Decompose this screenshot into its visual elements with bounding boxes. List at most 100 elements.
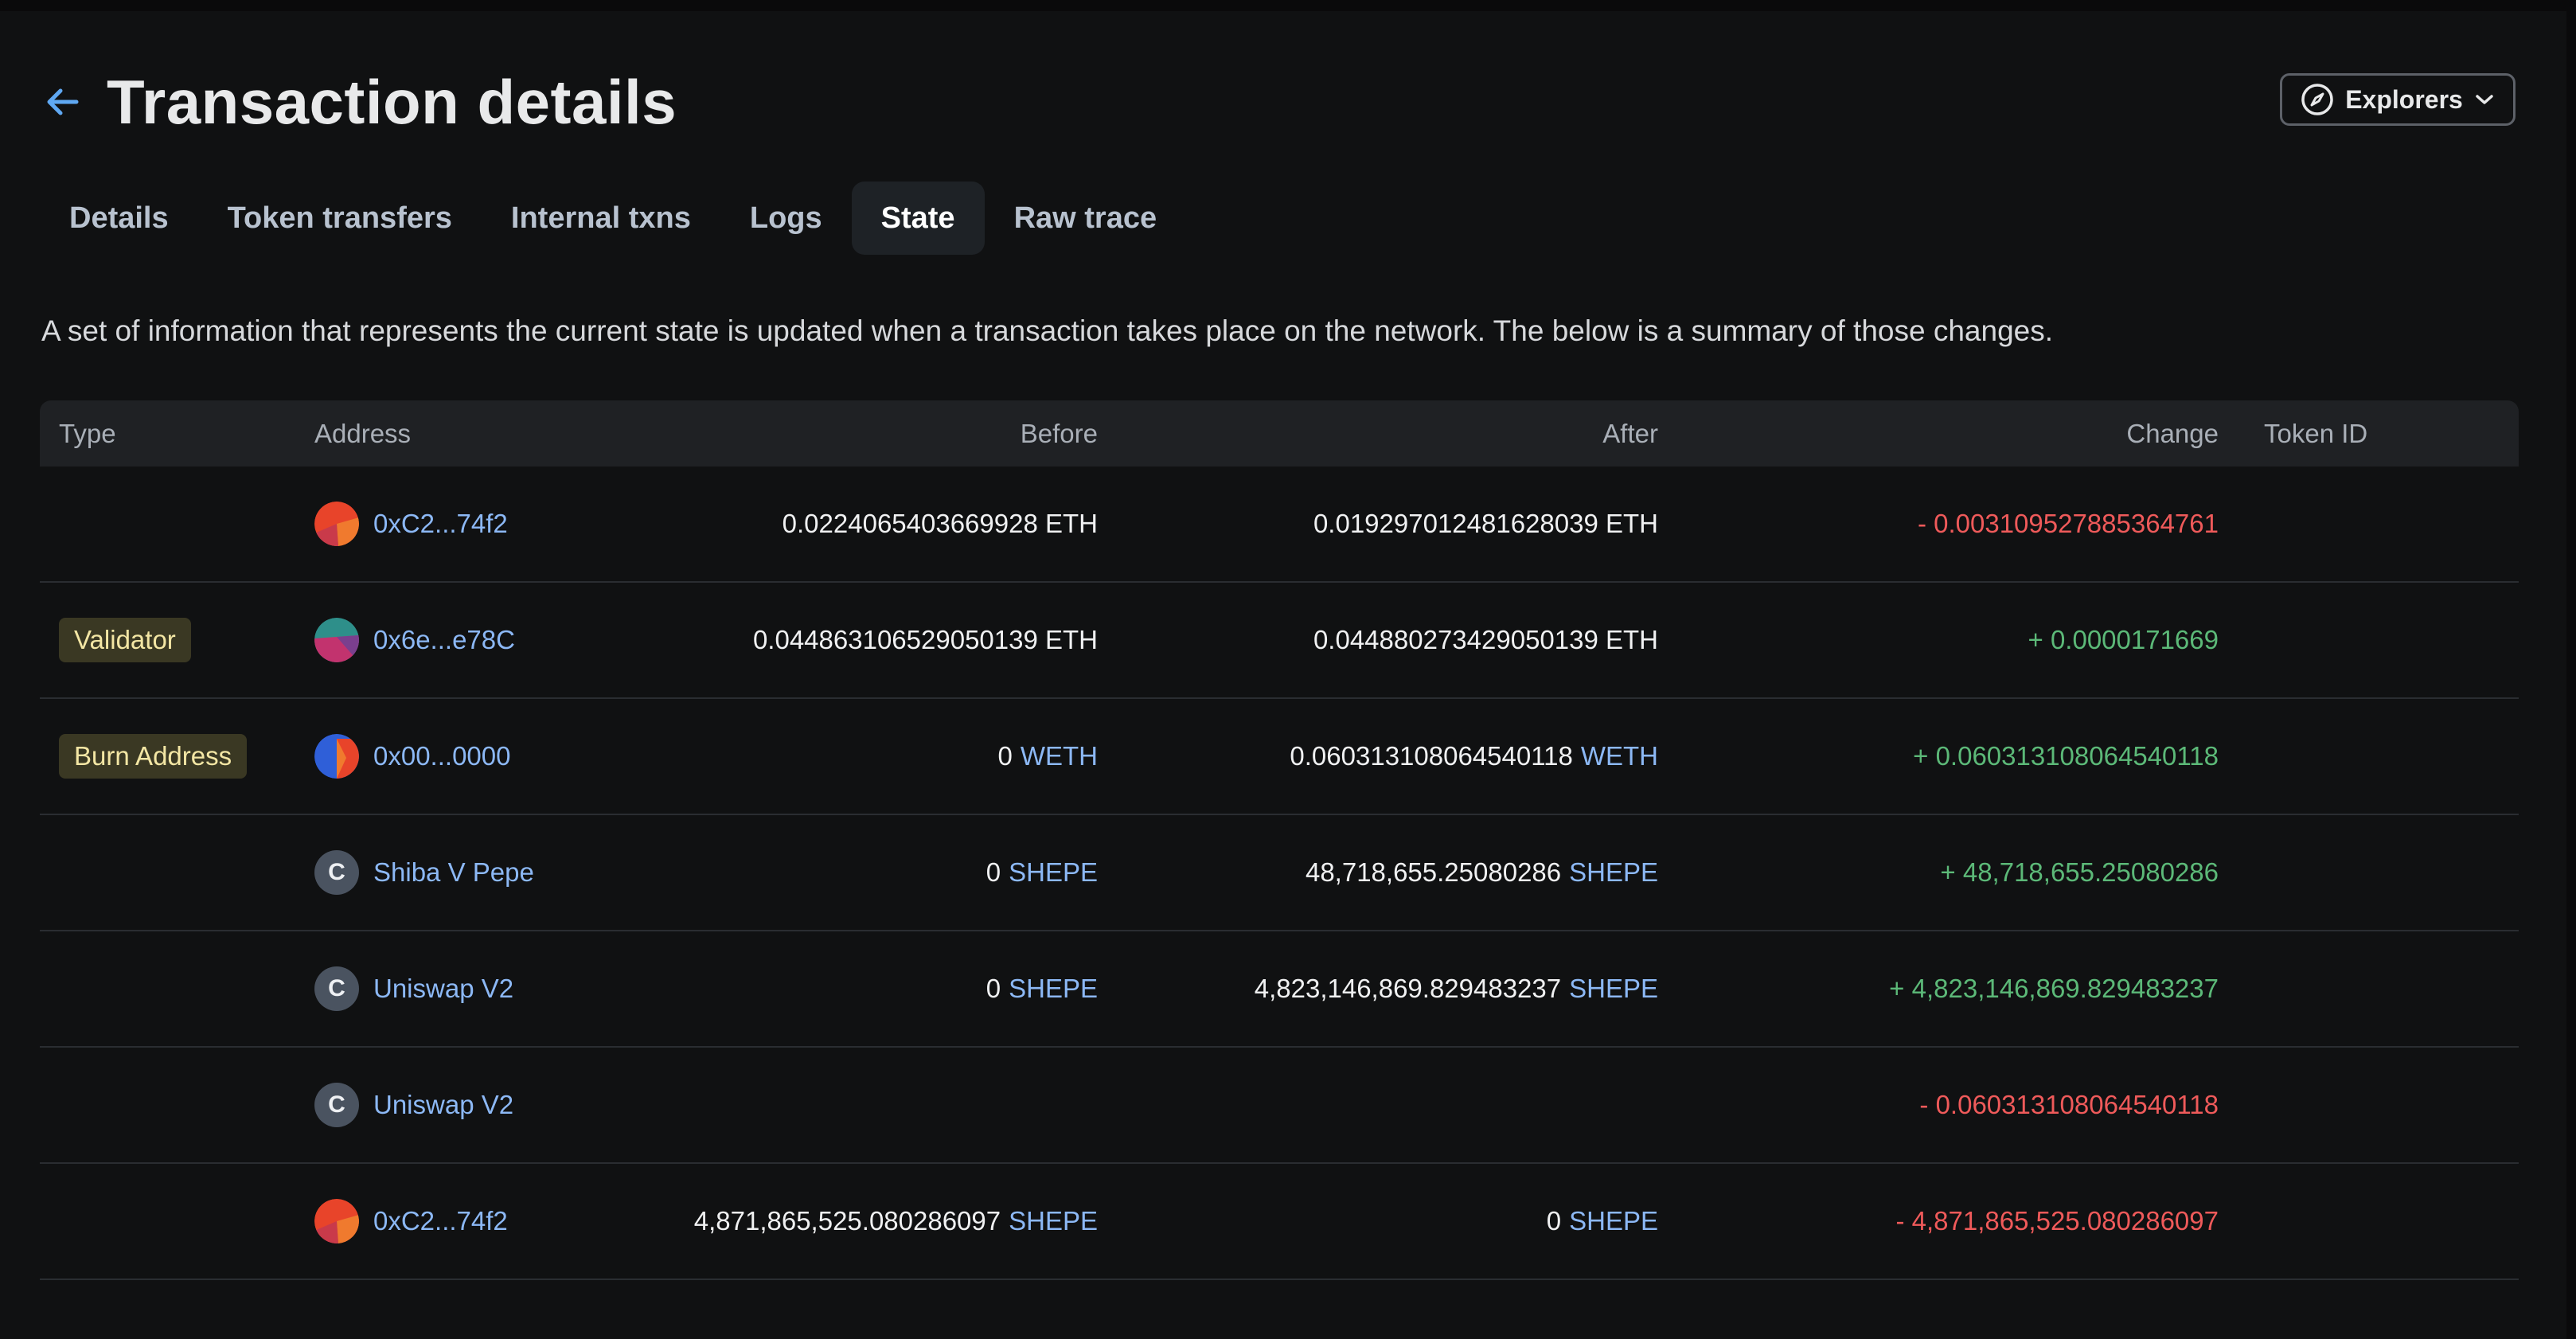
before-value: 0 (986, 974, 1001, 1003)
tab-details[interactable]: Details (40, 182, 198, 255)
before-cell: 0.044863106529050139 ETH (753, 583, 1098, 697)
back-arrow-icon[interactable] (41, 81, 83, 123)
compass-icon (2301, 84, 2333, 115)
teal-pink-identicon-icon (314, 618, 359, 662)
change-value: + 4,823,146,869.829483237 (1889, 974, 2219, 1003)
chevron-down-icon (2476, 95, 2493, 104)
before-value: 0.044863106529050139 ETH (752, 625, 1098, 654)
explorers-label: Explorers (2345, 84, 2463, 114)
contract-icon: C (314, 850, 359, 895)
address-link[interactable]: Shiba V Pepe (373, 857, 534, 888)
after-value: 4,823,146,869.829483237 (1254, 974, 1562, 1003)
before-value: 0 (986, 857, 1001, 887)
address-link[interactable]: Uniswap V2 (373, 974, 513, 1004)
state-description: A set of information that represents the… (41, 314, 2054, 347)
type-cell: Validator (59, 583, 191, 697)
address-cell: 0xC2...74f2 (314, 1164, 508, 1278)
after-value: 0.060313108064540118 (1290, 741, 1573, 771)
type-cell: Burn Address (59, 699, 248, 814)
address-link[interactable]: 0xC2...74f2 (373, 1206, 508, 1236)
address-cell: 0xC2...74f2 (314, 467, 508, 581)
column-change: Change (2126, 419, 2219, 448)
change-value: + 0.060313108064540118 (1913, 741, 2219, 771)
contract-icon: C (314, 966, 359, 1011)
tab-state[interactable]: State (851, 182, 985, 255)
tab-internal-txns[interactable]: Internal txns (482, 182, 720, 255)
after-cell: 4,823,146,869.829483237 SHEPE (1255, 931, 1658, 1046)
change-cell: + 4,823,146,869.829483237 (1889, 931, 2219, 1046)
before-value: 0 (997, 741, 1013, 771)
change-cell: - 4,871,865,525.080286097 (1895, 1164, 2219, 1278)
table-row: C Shiba V Pepe 0 SHEPE 48,718,655.250802… (40, 815, 2519, 931)
right-edge (2566, 0, 2576, 1339)
change-cell: + 48,718,655.25080286 (1940, 815, 2219, 930)
before-cell: 0 WETH (997, 699, 1098, 814)
address-cell: 0x00...0000 (314, 699, 510, 814)
page-title: Transaction details (107, 66, 677, 137)
after-token-link[interactable]: SHEPE (1569, 857, 1658, 888)
column-token-id: Token ID (2264, 419, 2368, 448)
after-cell: 0.019297012481628039 ETH (1313, 467, 1658, 581)
explorers-button[interactable]: Explorers (2280, 73, 2516, 126)
table-row: 0xC2...74f2 4,871,865,525.080286097 SHEP… (40, 1164, 2519, 1280)
before-cell: 0.0224065403669928 ETH (783, 467, 1098, 581)
top-edge (0, 0, 2576, 11)
before-token-link[interactable]: SHEPE (1009, 857, 1098, 888)
address-cell: C Shiba V Pepe (314, 815, 534, 930)
change-value: - 0.003109527885364761 (1917, 509, 2219, 538)
table-row: 0xC2...74f2 0.0224065403669928 ETH 0.019… (40, 467, 2519, 583)
before-token-link[interactable]: WETH (1021, 741, 1098, 771)
red-identicon-icon (314, 502, 359, 546)
change-value: + 48,718,655.25080286 (1940, 857, 2219, 887)
address-link[interactable]: Uniswap V2 (373, 1090, 513, 1120)
page-header: Transaction details (41, 62, 677, 142)
before-token-link[interactable]: SHEPE (1009, 1206, 1098, 1236)
after-cell: 0.060313108064540118 WETH (1290, 699, 1658, 814)
after-value: 0 (1546, 1206, 1562, 1236)
after-value: 0.019297012481628039 ETH (1313, 509, 1658, 538)
contract-icon: C (314, 1083, 359, 1127)
change-cell: - 0.003109527885364761 (1918, 467, 2219, 581)
address-cell: C Uniswap V2 (314, 931, 513, 1046)
after-value: 0.044880273429050139 ETH (1313, 625, 1658, 654)
after-token-link[interactable]: WETH (1581, 741, 1658, 771)
table-row: Burn Address 0x00...0000 0 WETH 0.060313… (40, 699, 2519, 815)
after-token-link[interactable]: SHEPE (1569, 974, 1658, 1004)
before-cell: 0 SHEPE (986, 931, 1098, 1046)
red-identicon-icon (314, 1199, 359, 1243)
table-row: C Uniswap V2 0 SHEPE 4,823,146,869.82948… (40, 931, 2519, 1048)
change-cell: + 0.060313108064540118 (1913, 699, 2219, 814)
tab-token-transfers[interactable]: Token transfers (198, 182, 482, 255)
before-value: 4,871,865,525.080286097 (693, 1206, 1001, 1236)
change-cell: - 0.060313108064540118 (1919, 1048, 2219, 1162)
state-table: Type Address Before After Change Token I… (40, 400, 2519, 1280)
after-value: 48,718,655.25080286 (1305, 857, 1562, 887)
tab-logs[interactable]: Logs (720, 182, 852, 255)
address-link[interactable]: 0x6e...e78C (373, 625, 515, 655)
tab-raw-trace[interactable]: Raw trace (985, 182, 1187, 255)
address-cell: 0x6e...e78C (314, 583, 515, 697)
tab-bar: Details Token transfers Internal txns Lo… (40, 182, 1186, 255)
before-token-link[interactable]: SHEPE (1009, 974, 1098, 1004)
before-cell: 4,871,865,525.080286097 SHEPE (694, 1164, 1098, 1278)
change-cell: + 0.0000171669 (2028, 583, 2219, 697)
before-value: 0.0224065403669928 ETH (782, 509, 1098, 538)
change-value: + 0.0000171669 (2028, 625, 2219, 654)
type-badge: Validator (59, 618, 191, 662)
address-link[interactable]: 0x00...0000 (373, 741, 510, 771)
address-link[interactable]: 0xC2...74f2 (373, 509, 508, 539)
change-value: - 0.060313108064540118 (1919, 1090, 2219, 1119)
before-cell: 0 SHEPE (986, 815, 1098, 930)
column-address: Address (314, 419, 412, 448)
after-token-link[interactable]: SHEPE (1569, 1206, 1658, 1236)
after-cell: 48,718,655.25080286 SHEPE (1306, 815, 1658, 930)
type-badge: Burn Address (59, 734, 248, 779)
column-before: Before (1020, 419, 1098, 448)
column-after: After (1602, 419, 1658, 448)
after-cell: 0 SHEPE (1547, 1164, 1658, 1278)
column-type: Type (59, 419, 116, 448)
address-cell: C Uniswap V2 (314, 1048, 513, 1162)
blue-red-identicon-icon (314, 734, 359, 779)
after-cell: 0.044880273429050139 ETH (1313, 583, 1658, 697)
table-header: Type Address Before After Change Token I… (40, 400, 2519, 467)
